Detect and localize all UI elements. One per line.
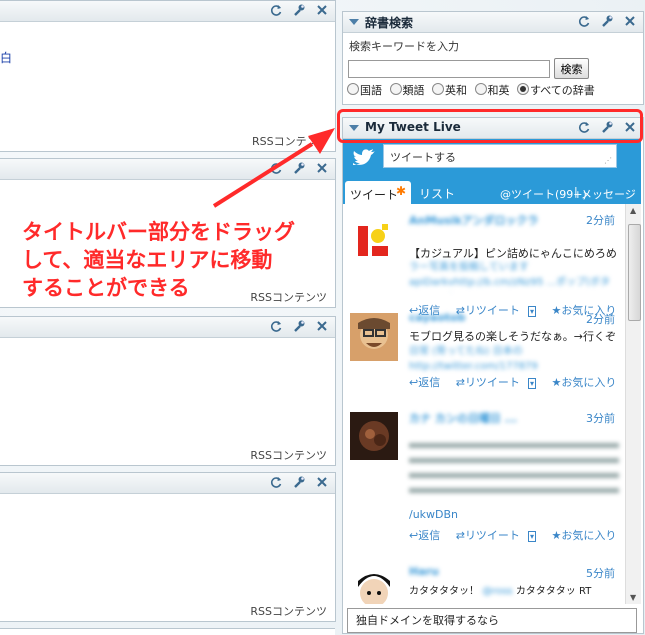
wrench-icon[interactable] <box>292 319 306 333</box>
tweet-text: 【カジュアル】ピン詰めにゃんこにめろめ <box>409 247 617 260</box>
refresh-icon[interactable] <box>269 475 283 489</box>
bottom-panel-text: 独自ドメインを取得するなら <box>356 614 499 627</box>
widget-footer: RSSコンテンツ <box>250 449 327 462</box>
tweet-item: Haru 5分前 カタタタタッ！ @ross カタタタタッ RT <box>343 565 623 604</box>
timeline: AnMusikアンダロックラ 2分前 【カジュアル】ピン詰めにゃんこにめろめ ラ… <box>343 204 625 604</box>
avatar[interactable] <box>350 313 398 361</box>
scroll-up-icon[interactable]: ▲ <box>630 206 636 215</box>
close-icon[interactable] <box>315 319 329 333</box>
highlight-box <box>337 109 643 143</box>
tweet-link[interactable]: /ukwDBn <box>409 508 458 521</box>
tweet-time[interactable]: 5分前 <box>586 565 615 581</box>
tab-tweets[interactable]: ツイート ✱ <box>345 181 411 204</box>
tweet-text: カタタタタッ！ @ross カタタタタッ RT <box>409 586 592 597</box>
avatar[interactable] <box>350 412 398 460</box>
compose-tweet-input[interactable]: ツイートする ⋰ <box>383 144 617 168</box>
reply-button[interactable]: ↩返信 <box>409 376 446 389</box>
dictionary-prompt: 検索キーワードを入力 <box>349 40 459 53</box>
twitter-tabs: ツイート ✱ リスト @ツイート(99+) | メッセージ <box>343 177 641 204</box>
resize-grip-icon: ⋰ <box>604 156 612 165</box>
my-tweet-live-widget: My Tweet Live ツイートする ⋰ ツイート ✱ リスト @ツイート(… <box>342 117 644 634</box>
dictionary-options: 国語 類語 英和 和英 すべての辞書 <box>347 82 595 98</box>
bottom-panel: 独自ドメインを取得するなら <box>347 608 637 633</box>
refresh-icon[interactable] <box>269 3 283 17</box>
refresh-icon[interactable] <box>269 319 283 333</box>
widget-footer: RSSコンテンツ <box>250 605 327 618</box>
close-icon[interactable] <box>315 475 329 489</box>
widget-footer: RSSコンテンツ <box>250 291 327 304</box>
collapse-triangle-icon[interactable] <box>349 19 359 25</box>
twitter-compose-band: ツイートする ⋰ <box>343 139 641 177</box>
reply-button[interactable]: ↩返信 <box>409 529 446 542</box>
annotation-arrow <box>212 128 335 208</box>
refresh-icon[interactable] <box>577 14 591 28</box>
radio-eiwa[interactable]: 英和 <box>432 83 467 97</box>
tab-list[interactable]: リスト <box>419 185 455 202</box>
tweet-author[interactable]: AnMusikアンダロックラ <box>409 212 538 228</box>
dictionary-search-input[interactable] <box>348 60 550 78</box>
wrench-icon[interactable] <box>600 14 614 28</box>
tweet-text-blurred: ラー写真を投稿しています apiDarkvhttp://b.cm/zNz95 .… <box>409 262 610 288</box>
radio-all[interactable]: すべての辞書 <box>517 83 595 97</box>
tweet-time[interactable]: 3分前 <box>586 410 615 426</box>
tweet-text-blurred <box>409 440 619 500</box>
favorite-button[interactable]: ★お気に入り <box>551 376 622 389</box>
tweet-actions: ↩返信 ⇄リツイート ▾ ★お気に入り <box>409 374 625 390</box>
radio-ruigo[interactable]: 類語 <box>389 83 425 97</box>
retweet-button[interactable]: ⇄リツイート ▾ <box>456 529 542 542</box>
widget-title-bar[interactable] <box>0 473 335 494</box>
tweet-actions: ↩返信 ⇄リツイート ▾ ★お気に入り <box>409 527 625 543</box>
new-star-icon: ✱ <box>396 184 407 198</box>
tweet-item: AnMusikアンダロックラ 2分前 【カジュアル】ピン詰めにゃんこにめろめ ラ… <box>343 212 623 317</box>
twitter-bird-icon <box>351 145 377 169</box>
tweet-item: cayaotob 2分前 モブログ見るの楽しそうだなぁ。→行くぞ 日常 (背って… <box>343 311 623 406</box>
dictionary-search-button[interactable]: 検索 <box>554 58 589 79</box>
tweet-author[interactable]: Haru <box>409 565 439 578</box>
compose-placeholder: ツイートする <box>390 151 456 164</box>
scroll-down-icon[interactable]: ▼ <box>630 593 636 602</box>
annotation-line-3: することができる <box>22 276 190 300</box>
tweet-item: カナ カンの日曜日 ... 3分前 /ukwDBn ↩返信 ⇄リツイート ▾ ★お… <box>343 410 623 550</box>
rss-widget-4: RSSコンテンツ <box>0 472 336 622</box>
avatar[interactable] <box>350 567 398 604</box>
favorite-button[interactable]: ★お気に入り <box>551 529 622 542</box>
widget-5-top-edge <box>0 628 335 635</box>
tab-separator: | <box>574 185 578 198</box>
avatar[interactable] <box>350 216 398 264</box>
tweet-time[interactable]: 2分前 <box>586 212 615 228</box>
widget-content-link[interactable]: 白 <box>0 49 12 66</box>
annotation-line-1: タイトルバー部分をドラッグ <box>22 220 295 244</box>
widget-title-bar[interactable] <box>0 1 335 22</box>
dictionary-widget: 辞書検索 検索キーワードを入力 検索 国語 類語 英和 和英 すべての辞書 <box>342 11 644 105</box>
tweet-author[interactable]: カナ カンの日曜日 ... <box>409 410 517 426</box>
tab-messages[interactable]: メッセージ <box>581 186 636 202</box>
retweet-button[interactable]: ⇄リツイート ▾ <box>456 376 542 389</box>
radio-waei[interactable]: 和英 <box>474 83 510 97</box>
rss-widget-3: RSSコンテンツ <box>0 316 336 466</box>
radio-kokugo[interactable]: 国語 <box>347 83 382 97</box>
close-icon[interactable] <box>623 14 637 28</box>
timeline-scrollbar[interactable]: ▲ ▼ <box>625 204 641 604</box>
scroll-thumb[interactable] <box>628 224 641 321</box>
tweet-author[interactable]: cayaotob <box>409 311 465 324</box>
wrench-icon[interactable] <box>292 3 306 17</box>
tweet-time[interactable]: 2分前 <box>586 311 615 327</box>
dictionary-title: 辞書検索 <box>365 16 414 30</box>
dictionary-title-bar[interactable]: 辞書検索 <box>343 12 643 33</box>
close-icon[interactable] <box>315 3 329 17</box>
widget-title-bar[interactable] <box>0 317 335 338</box>
annotation-line-2: して、適当なエリアに移動 <box>22 248 273 272</box>
tweet-text: モブログ見るの楽しそうだなぁ。→行くぞ <box>409 330 616 343</box>
tweet-text-blurred: 日常 (背ってたね) 日本の http://twitter.com/177879 <box>409 346 538 372</box>
wrench-icon[interactable] <box>292 475 306 489</box>
